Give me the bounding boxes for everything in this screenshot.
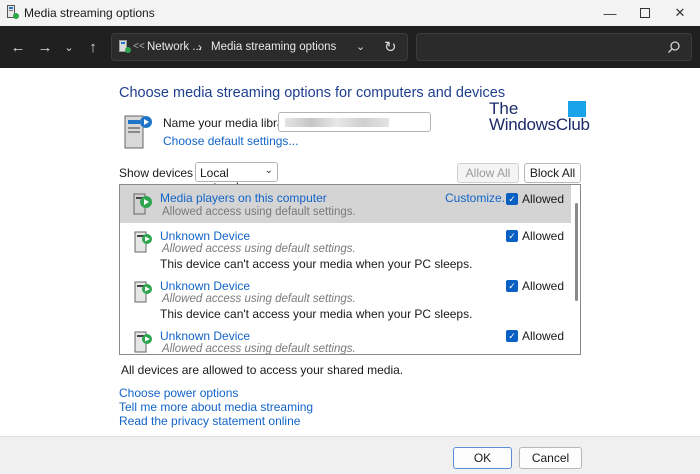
up-button[interactable]: ↑ [83,37,103,57]
choose-default-settings-link[interactable]: Choose default settings... [163,134,298,148]
media-library-name-input[interactable] [278,112,431,132]
allowed-label[interactable]: Allowed [522,279,564,293]
device-status: Allowed access using default settings. [162,243,356,255]
device-name[interactable]: Unknown Device [160,279,250,293]
breadcrumb-overflow[interactable]: << [133,41,145,52]
device-status: Allowed access using default settings. [162,343,356,355]
sharing-status-text: All devices are allowed to access your s… [121,363,404,377]
device-sleep-note: This device can't access your media when… [160,257,473,271]
logo-line-2: WindowsClub [489,115,590,134]
device-row[interactable]: Unknown Device Allowed access using defa… [120,273,571,323]
media-streaming-app-icon [7,5,19,19]
allowed-checkbox[interactable]: ✓ [506,230,518,242]
media-library-icon [124,115,152,149]
device-status: Allowed access using default settings. [162,206,356,218]
arrow-up-icon: ↑ [89,38,97,56]
media-player-icon [133,193,152,215]
device-row[interactable]: Unknown Device Allowed access using defa… [120,323,571,355]
search-icon [668,41,680,53]
device-status: Allowed access using default settings. [162,293,356,305]
chevron-down-icon: ⌄ [264,165,273,176]
minimize-icon: — [603,5,617,21]
maximize-icon [640,8,650,18]
page-title: Choose media streaming options for compu… [119,85,506,101]
allowed-checkbox[interactable]: ✓ [506,193,518,205]
close-icon: ✕ [674,5,686,20]
media-library-label: Name your media library: [163,116,298,130]
choose-power-options-link[interactable]: Choose power options [119,386,238,400]
address-bar[interactable]: << Network ... › Media streaming options… [111,33,408,61]
control-panel-icon [119,40,131,53]
device-sleep-note: This device can't access your media when… [160,307,473,321]
allowed-label[interactable]: Allowed [522,329,564,343]
arrow-left-icon: ← [10,38,26,56]
block-all-button[interactable]: Block All [524,163,581,183]
breadcrumb-network[interactable]: Network ... [147,41,202,53]
allowed-checkbox[interactable]: ✓ [506,330,518,342]
device-row[interactable]: Media players on this computer Allowed a… [120,185,571,223]
device-name[interactable]: Unknown Device [160,229,250,243]
chevron-down-icon: ⌄ [64,41,74,54]
device-list[interactable]: Media players on this computer Allowed a… [119,184,581,355]
search-box[interactable] [416,33,692,61]
device-icon [134,281,152,303]
refresh-icon[interactable]: ↻ [384,38,397,56]
recent-locations-button[interactable]: ⌄ [59,37,79,57]
arrow-right-icon: → [37,38,53,56]
allow-all-button[interactable]: Allow All [457,163,519,183]
device-icon [134,331,152,353]
cancel-button[interactable]: Cancel [519,447,582,469]
forward-button[interactable]: → [35,37,55,57]
device-name[interactable]: Media players on this computer [160,191,327,205]
ok-button[interactable]: OK [453,447,512,469]
customize-link[interactable]: Customize... [445,191,512,205]
maximize-button[interactable] [625,0,665,26]
allowed-label[interactable]: Allowed [522,192,564,206]
more-about-streaming-link[interactable]: Tell me more about media streaming [119,400,313,414]
device-list-scrollbar[interactable] [575,203,578,301]
logo-mark-icon [568,101,586,117]
back-button[interactable]: ← [8,37,28,57]
close-button[interactable]: ✕ [660,0,700,26]
allowed-checkbox[interactable]: ✓ [506,280,518,292]
device-row[interactable]: Unknown Device Allowed access using defa… [120,223,571,273]
blurred-library-name [285,118,389,127]
navigation-bar: ← → ⌄ ↑ << Network ... › Media streaming… [0,26,700,68]
breadcrumb-separator-icon[interactable]: › [198,40,202,54]
address-dropdown-icon[interactable]: ⌄ [356,40,365,53]
allowed-label[interactable]: Allowed [522,229,564,243]
breadcrumb-media-streaming-options[interactable]: Media streaming options [211,41,336,53]
device-name[interactable]: Unknown Device [160,329,250,343]
site-logo: The WindowsClub [489,99,593,135]
content-area: Choose media streaming options for compu… [0,68,700,436]
window-title: Media streaming options [24,6,155,20]
device-icon [134,231,152,253]
title-bar: Media streaming options — ✕ [0,0,700,26]
minimize-button[interactable]: — [590,0,630,26]
show-devices-select[interactable]: Local network ⌄ [195,162,278,194]
dialog-footer: OK Cancel [0,436,700,474]
privacy-statement-link[interactable]: Read the privacy statement online [119,414,300,428]
